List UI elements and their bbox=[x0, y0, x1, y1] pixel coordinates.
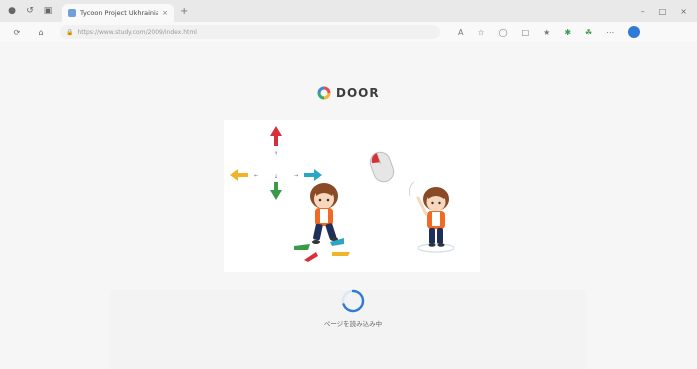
close-button[interactable]: × bbox=[680, 7, 687, 16]
arrow-left-icon bbox=[230, 169, 248, 181]
address-bar[interactable]: 🔒 https://www.study.com/2009/index.html bbox=[60, 25, 440, 39]
split-screen-icon[interactable]: □ bbox=[522, 28, 530, 37]
loading-spinner-icon bbox=[338, 286, 368, 316]
tab-title: Tycoon Project Ukhrainian / 2009 bbox=[80, 9, 159, 17]
character-walking bbox=[310, 183, 338, 244]
window-controls: – □ × bbox=[641, 7, 687, 16]
svg-text:←: ← bbox=[254, 173, 258, 179]
refresh-icon[interactable]: ⟳ bbox=[10, 28, 24, 37]
logo-text: DOOR bbox=[336, 86, 380, 100]
history-icon[interactable]: ↺ bbox=[24, 5, 36, 17]
maximize-button[interactable]: □ bbox=[659, 7, 667, 16]
arrow-down-icon bbox=[270, 182, 282, 200]
copilot-icon[interactable] bbox=[628, 26, 641, 38]
tab-bar: ● ↺ ▣ Tycoon Project Ukhrainian / 2009 ×… bbox=[0, 0, 697, 22]
door-logo-icon bbox=[317, 86, 331, 100]
tab-close-icon[interactable]: × bbox=[162, 9, 168, 17]
loading-label: ページを読み込み中 bbox=[323, 320, 383, 328]
toolbar-icons: A ☆ ◯ □ ★ ✱ ☘ ⋯ bbox=[458, 26, 641, 38]
extension-2-icon[interactable]: ☘ bbox=[585, 28, 592, 37]
extension-icon[interactable]: ✱ bbox=[564, 28, 571, 37]
keyboard-mouse-illustration: ↑ ↓ ← → bbox=[230, 126, 455, 262]
lock-icon: 🔒 bbox=[66, 28, 74, 36]
workspaces-icon[interactable]: ▣ bbox=[42, 5, 54, 17]
new-tab-button[interactable]: + bbox=[180, 6, 188, 17]
svg-text:→: → bbox=[294, 173, 298, 179]
address-text: https://www.study.com/2009/index.html bbox=[77, 28, 197, 36]
site-favicon-icon bbox=[68, 9, 76, 17]
controls-illustration: ↑ ↓ ← → bbox=[224, 120, 480, 272]
arrow-up-icon bbox=[270, 126, 282, 146]
svg-text:↓: ↓ bbox=[274, 174, 278, 180]
minimize-button[interactable]: – bbox=[641, 7, 645, 16]
home-icon[interactable]: ⌂ bbox=[34, 28, 48, 37]
arrow-right-icon bbox=[304, 169, 322, 181]
browser-window: ● ↺ ▣ Tycoon Project Ukhrainian / 2009 ×… bbox=[0, 0, 697, 369]
floor-arrows bbox=[294, 238, 350, 262]
browser-toolbar: ⟳ ⌂ 🔒 https://www.study.com/2009/index.h… bbox=[0, 22, 697, 42]
svg-text:↑: ↑ bbox=[274, 151, 278, 157]
favorites-bar-icon[interactable]: ★ bbox=[543, 28, 550, 37]
profile-icon[interactable]: ● bbox=[6, 5, 18, 17]
character-waving bbox=[409, 181, 455, 253]
logo: DOOR bbox=[317, 86, 380, 100]
mouse-icon bbox=[369, 151, 395, 183]
favorite-icon[interactable]: ☆ bbox=[477, 28, 484, 37]
collections-icon[interactable]: ◯ bbox=[499, 28, 508, 37]
more-icon[interactable]: ⋯ bbox=[606, 28, 614, 37]
page-content: DOOR ↑ ↓ ← → ページを読み込み中 bbox=[0, 42, 697, 369]
read-aloud-icon[interactable]: A bbox=[458, 28, 463, 37]
tab-active[interactable]: Tycoon Project Ukhrainian / 2009 × bbox=[62, 4, 174, 22]
